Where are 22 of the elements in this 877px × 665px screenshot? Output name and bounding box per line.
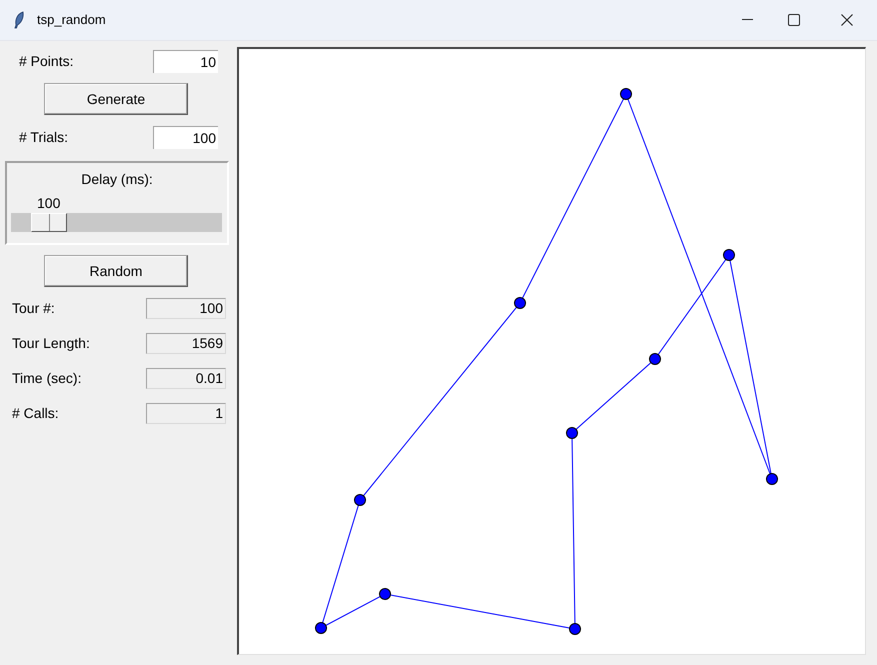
field-label: # Calls: [12, 404, 60, 423]
close-icon[interactable] [841, 14, 853, 26]
readonly-field: 100 [146, 298, 226, 319]
maximize-icon[interactable] [788, 14, 800, 26]
random-button[interactable]: Random [44, 255, 188, 287]
input-field[interactable]: 10 [153, 50, 218, 72]
readonly-field: 1569 [146, 333, 226, 354]
field-label: Tour #: [12, 299, 56, 318]
field-label: Tour Length: [12, 334, 91, 353]
minimize-icon[interactable] [742, 19, 753, 21]
feather-icon [13, 11, 25, 29]
field-label: Time (sec): [12, 369, 82, 388]
readonly-field: 0.01 [146, 368, 226, 389]
window-title: tsp_random [37, 11, 106, 30]
readonly-field: 1 [146, 403, 226, 424]
field-label: # Trials: [19, 128, 70, 146]
slider-thumb[interactable] [30, 213, 67, 232]
generate-button[interactable]: Generate [44, 83, 188, 115]
delay-label: Delay (ms): [81, 170, 153, 187]
input-field[interactable]: 100 [153, 126, 218, 148]
field-label: # Points: [19, 52, 74, 70]
slider-value: 100 [37, 195, 62, 211]
